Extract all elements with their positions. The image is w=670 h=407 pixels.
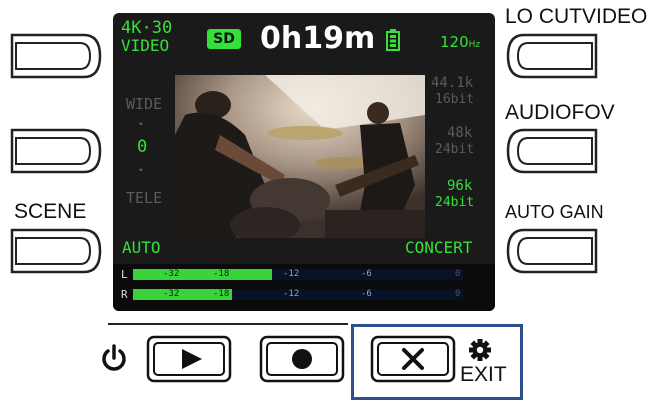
power-icon	[100, 342, 128, 372]
scene-button-shape	[10, 228, 102, 274]
cancel-button[interactable]	[370, 335, 456, 383]
lo-cut-button-shape	[506, 33, 598, 79]
frame-rate-unit: Hz	[468, 40, 481, 50]
meter-right-tick-18: -18	[213, 289, 230, 299]
audio-option-48k-bits: 24bit	[435, 142, 475, 157]
middle-left-button[interactable]	[6, 126, 104, 176]
audio-option-96k-bits: 24bit	[435, 195, 475, 210]
zoom-value: 0	[137, 137, 148, 157]
meter-left-tick-12: -12	[283, 269, 300, 279]
sd-card-label: SD	[213, 31, 235, 47]
scene-mode: AUTO	[122, 238, 161, 257]
zoom-dot-upper: ▪	[139, 119, 143, 130]
meter-left-tick-0: 0	[455, 269, 461, 279]
meter-left-tick-18: -18	[213, 269, 230, 279]
lo-cut-button[interactable]	[504, 31, 602, 81]
bottom-divider	[108, 323, 348, 325]
frame-rate: 120Hz	[440, 33, 480, 51]
meter-right-tick-12: -12	[283, 289, 300, 299]
top-left-button-shape	[10, 33, 102, 79]
video-mode-line2: VIDEO	[121, 36, 170, 55]
auto-gain-button-shape	[506, 228, 598, 274]
meter-left-tick-32: -32	[163, 269, 180, 279]
sd-card-icon: SD	[207, 29, 241, 49]
play-button[interactable]	[146, 335, 232, 383]
video-mode-line1: 4K·30	[121, 18, 173, 38]
auto-gain-label: AUTO GAIN	[505, 202, 604, 222]
meter-right: -32 -18 -12 -6 0	[133, 289, 463, 300]
scene-label: SCENE	[14, 200, 87, 223]
lcd-screen: 4K·30 VIDEO SD 0h19m 120Hz WIDE ▪ 0 ▪ TE…	[113, 13, 495, 311]
audio-fov-button[interactable]	[504, 126, 602, 176]
frame-rate-value: 120	[440, 33, 469, 51]
lo-cut-label: LO CUTVIDEO	[505, 5, 648, 28]
record-icon	[292, 349, 312, 369]
gear-icon	[469, 339, 491, 361]
audio-option-48k-rate: 48k	[447, 125, 473, 141]
meter-right-tick-6: -6	[361, 289, 372, 299]
record-button[interactable]	[259, 335, 345, 383]
zoom-wide: WIDE	[126, 95, 163, 113]
live-view-image	[175, 75, 425, 238]
zoom-dot-lower: ▪	[139, 165, 143, 176]
zoom-tele: TELE	[126, 189, 163, 207]
audio-option-44k-rate: 44.1k	[431, 75, 474, 91]
level-meter-panel: L R -32 -18 -12 -6 0 -32 -18 -12 -6 0	[113, 264, 495, 311]
meter-left: -32 -18 -12 -6 0	[133, 269, 463, 280]
meter-channel-left: L	[121, 268, 128, 281]
meter-right-tick-0: 0	[455, 289, 461, 299]
scene-button[interactable]	[6, 226, 104, 276]
remaining-time: 0h19m	[260, 21, 376, 56]
meter-left-tick-6: -6	[361, 269, 372, 279]
audio-scene: CONCERT	[405, 238, 473, 257]
audio-option-96k-rate: 96k	[447, 178, 473, 194]
exit-label: EXIT	[460, 363, 507, 386]
battery-icon	[386, 29, 400, 51]
top-left-button[interactable]	[6, 31, 104, 81]
meter-right-tick-32: -32	[163, 289, 180, 299]
middle-left-button-shape	[10, 128, 102, 174]
audio-fov-button-shape	[506, 128, 598, 174]
audio-fov-label: AUDIOFOV	[505, 101, 615, 124]
auto-gain-button[interactable]	[504, 226, 602, 276]
meter-left-fill	[133, 269, 272, 280]
meter-channel-right: R	[121, 288, 128, 301]
audio-option-44k-bits: 16bit	[435, 92, 475, 107]
